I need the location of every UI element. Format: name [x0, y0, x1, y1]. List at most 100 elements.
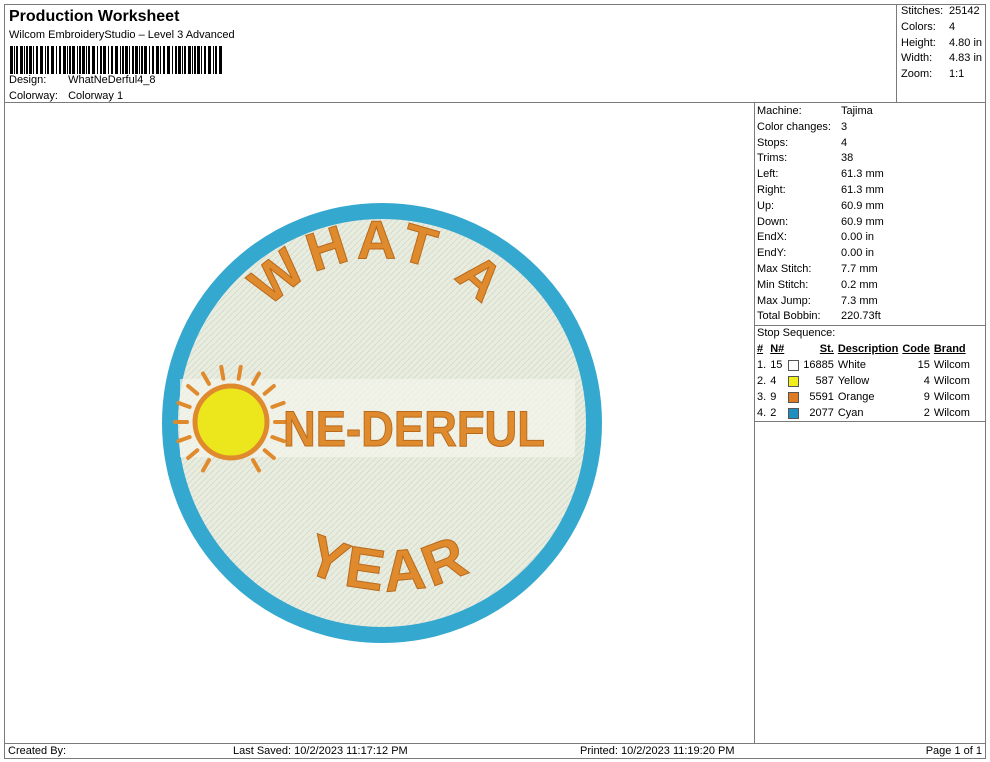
barcode-bar — [69, 46, 71, 74]
stat-label: Colors: — [901, 21, 936, 33]
barcode-bar — [40, 46, 43, 74]
row-stitches: 5591 — [809, 391, 834, 403]
barcode-bar — [103, 46, 106, 74]
info-value: 60.9 mm — [841, 215, 884, 228]
row-code: 9 — [923, 391, 930, 403]
barcode-bar — [188, 46, 191, 74]
info-label: Max Stitch: — [757, 263, 812, 275]
info-value: 7.7 mm — [841, 263, 878, 275]
barcode-bar — [156, 46, 159, 74]
design-label: Design: — [9, 74, 47, 86]
table-row: 4. 2 2077 Cyan 2 Wilcom — [755, 405, 972, 421]
row-code: 15 — [917, 359, 930, 371]
worksheet-footer: Created By: Last Saved: 10/2/2023 11:17:… — [4, 743, 986, 759]
barcode-bar — [29, 46, 32, 74]
machine-info-row: Max Stitch: 7.7 mm — [757, 263, 878, 275]
machine-info-row: EndX: 0.00 in — [757, 231, 874, 243]
row-stitches: 2077 — [809, 407, 834, 419]
col-description: Description — [837, 343, 899, 355]
table-row: 2. 4 587 Yellow 4 Wilcom — [755, 373, 972, 389]
row-description: Orange — [837, 391, 875, 403]
machine-info-row: Max Jump: 7.3 mm — [757, 295, 878, 307]
barcode-bar — [63, 46, 66, 74]
row-needle: 15 — [770, 359, 783, 371]
col-stitches: St. — [819, 343, 834, 355]
info-label: Machine: — [757, 105, 802, 117]
barcode-bar — [115, 46, 118, 74]
machine-info-row: Trims: 38 — [757, 152, 853, 164]
barcode-bar — [45, 46, 46, 74]
colorway-label: Colorway: — [9, 90, 58, 102]
machine-info-row: Left: 61.3 mm — [757, 168, 884, 180]
sun-core — [192, 383, 270, 461]
barcode-bar — [26, 46, 28, 74]
barcode-bar — [77, 46, 78, 74]
table-row: 1. 15 16885 White 15 Wilcom — [755, 357, 972, 373]
color-swatch-cell — [786, 357, 801, 373]
stat-value: 4.83 in — [949, 52, 983, 64]
stat-width: Width: 4.83 in — [901, 52, 982, 64]
color-swatch-cell — [786, 405, 801, 421]
stat-zoom: Zoom: 1:1 — [901, 68, 964, 80]
color-swatch — [788, 359, 800, 371]
info-value: 61.3 mm — [841, 184, 884, 196]
row-description: Cyan — [837, 407, 864, 419]
barcode-bar — [175, 46, 177, 74]
row-index: 1. — [757, 359, 767, 371]
barcode-bar — [172, 46, 173, 74]
row-brand: Wilcom — [933, 359, 970, 371]
stat-height: Height: 4.80 in — [901, 37, 982, 49]
info-value: 0.2 mm — [841, 278, 878, 291]
barcode-bar — [82, 46, 85, 74]
info-value: 220.73ft — [841, 310, 881, 323]
barcode-bar — [139, 46, 140, 74]
info-value: Tajima — [841, 105, 873, 117]
design-text-middle: NE-DERFUL — [283, 401, 545, 457]
barcode-bar — [167, 46, 170, 74]
info-value: 0.00 in — [841, 231, 875, 244]
barcode-bar — [215, 46, 217, 74]
page-number: Page 1 of 1 — [925, 745, 982, 757]
barcode-bar — [219, 46, 222, 74]
stat-label: Stitches: — [901, 5, 944, 17]
sun-ray — [236, 364, 243, 381]
info-label: Up: — [757, 199, 775, 212]
barcode-bar — [47, 46, 49, 74]
row-needle: 9 — [770, 391, 777, 403]
barcode-bar — [163, 46, 165, 74]
worksheet-header: Production Worksheet Wilcom EmbroiderySt… — [4, 4, 986, 103]
row-stitches: 587 — [815, 375, 834, 387]
machine-info-row: Stops: 4 — [757, 137, 847, 149]
barcode-bar — [135, 46, 138, 74]
barcode-bar — [20, 46, 23, 74]
barcode-bar — [125, 46, 128, 74]
stat-colors: Colors: 4 — [901, 21, 955, 33]
barcode-bar — [100, 46, 102, 74]
barcode-bar — [51, 46, 54, 74]
barcode-bar — [79, 46, 81, 74]
info-label: Min Stitch: — [757, 278, 809, 291]
barcode-bar — [72, 46, 75, 74]
info-value: 7.3 mm — [841, 294, 878, 307]
barcode-bar — [111, 46, 113, 74]
page-title: Production Worksheet — [9, 8, 180, 25]
row-stitches: 16885 — [803, 359, 834, 371]
info-label: EndX: — [757, 231, 787, 244]
machine-info-row: Machine: Tajima — [757, 105, 873, 117]
row-brand: Wilcom — [933, 391, 970, 403]
stop-table-header: # N# St. Description Code Brand — [755, 341, 972, 357]
col-swatch — [786, 341, 801, 357]
machine-info-row: EndY: 0.00 in — [757, 247, 874, 259]
barcode-bar — [208, 46, 211, 74]
row-description: White — [837, 359, 866, 371]
embroidery-design: WHAT A NE-DERFUL YEAR — [162, 203, 602, 643]
info-label: Down: — [757, 215, 789, 228]
worksheet-body: WHAT A NE-DERFUL YEAR Machine: Tajima Colo… — [4, 102, 986, 744]
barcode-bar — [67, 46, 68, 74]
divider — [754, 421, 985, 422]
barcode-bar — [197, 46, 200, 74]
row-brand: Wilcom — [933, 375, 970, 387]
barcode-bar — [36, 46, 38, 74]
summary-box: Stitches: 25142 Colors: 4 Height: 4.80 in W… — [896, 4, 987, 103]
info-label: Total Bobbin: — [757, 310, 821, 323]
